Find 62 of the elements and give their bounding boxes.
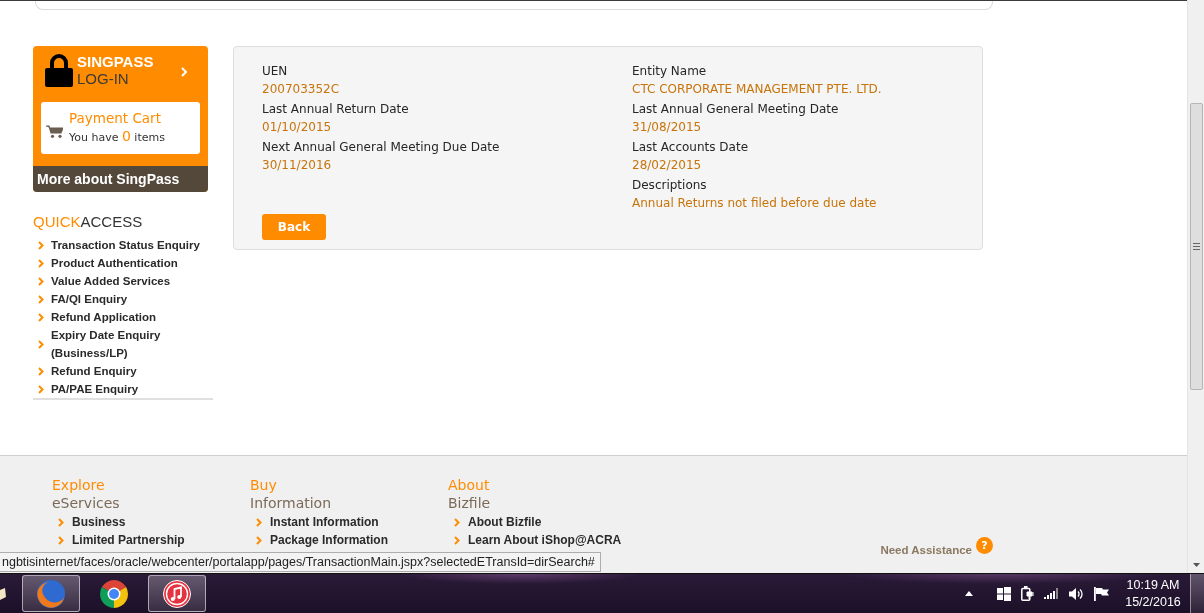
chevron-right-icon [181,67,187,77]
footer-link[interactable]: Package Information [270,532,389,549]
field-label: Descriptions [632,177,708,194]
field-value: Annual Returns not filed before due date [632,195,878,212]
clock-time: 10:19 AM [1126,576,1180,594]
footer-subheading: Bizfile [448,494,492,513]
quick-access-link[interactable]: Refund Enquiry [51,362,137,380]
down-arrow-icon[interactable] [1192,563,1200,567]
scrollbar-thumb[interactable] [1189,103,1203,390]
footer-subheading: eServices [52,494,121,513]
quick-access-link[interactable]: Expiry Date Enquiry (Business/LP) [51,326,213,362]
need-assistance-link[interactable]: Need Assistance [880,543,972,557]
field-label: Entity Name [632,63,708,80]
show-desktop-button[interactable] [1190,574,1204,613]
footer-heading: Buy [250,476,278,494]
quick-access-link[interactable]: Value Added Services [51,272,171,290]
field-label: Last Annual General Meeting Date [632,101,840,118]
field-label: Next Annual General Meeting Due Date [262,139,501,156]
speaker-icon[interactable] [1069,586,1084,601]
field-value: 200703352C [262,81,341,98]
more-about-singpass-link[interactable]: More about SingPass [33,166,208,192]
quick-access-heading: QUICKACCESS [33,212,144,232]
footer-link[interactable]: Instant Information [270,514,379,531]
footer-link[interactable]: About Bizfile [468,514,542,531]
cart-summary: You have 0 items [69,127,165,146]
quick-access-link[interactable]: FA/QI Enquiry [51,290,128,308]
singpass-login-link[interactable]: SINGPASS LOG-IN [33,46,208,102]
chevron-icon [38,339,44,349]
flag-icon[interactable] [1094,586,1109,601]
field-value: 01/10/2015 [262,119,333,136]
quick-access-link[interactable]: Refund Application [51,308,156,326]
signal-bars-icon[interactable] [1044,588,1059,599]
quick-access-link[interactable]: Transaction Status Enquiry [51,236,200,254]
footer-link[interactable]: Limited Partnership [72,532,185,549]
field-value: 28/02/2015 [632,157,703,174]
footer-heading: Explore [52,476,106,494]
quick-access-link[interactable]: PA/PAE Enquiry [51,380,139,398]
taskbar-button[interactable] [22,575,80,612]
field-value: CTC CORPORATE MANAGEMENT PTE. LTD. [632,81,883,98]
footer-link[interactable]: Business [72,514,126,531]
window-grid-icon[interactable] [997,586,1011,601]
padlock-icon [45,53,73,87]
field-value: 30/11/2016 [262,157,333,174]
field-label: Last Annual Return Date [262,101,410,118]
plug-icon[interactable] [1021,586,1034,601]
status-url-tooltip: ngbtisinternet/faces/oracle/webcenter/portalapp/pages/TransactionMain.jspx?selectedETransId=dirSearch# [0,552,601,572]
footer-subheading: Information [250,494,333,513]
folder-icon[interactable] [0,587,6,600]
music-note-icon [162,578,192,609]
field-label: UEN [262,63,289,80]
clock-date: 15/2/2016 [1125,593,1181,611]
scrollbar-track[interactable] [1187,0,1204,573]
footer-heading: About [448,476,491,494]
quick-access-link[interactable]: Product Authentication [51,254,178,272]
footer-link[interactable]: Learn About iShop@ACRA [468,532,622,549]
globe-icon [36,578,66,609]
field-value: 31/08/2015 [632,119,703,136]
cart-icon [46,124,63,138]
taskbar-button[interactable] [148,575,206,612]
field-label: Last Accounts Date [632,139,749,156]
up-arrow-icon[interactable] [965,591,973,596]
segmented-circle-icon [99,578,129,609]
